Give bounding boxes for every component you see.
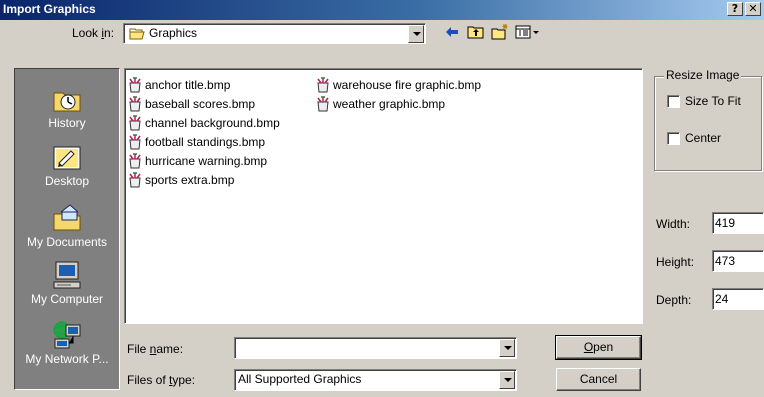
file-name-combo[interactable] [234,337,517,359]
files-of-type-combo[interactable]: All Supported Graphics [234,369,517,391]
desktop-icon [53,146,81,170]
up-folder-icon[interactable] [466,23,486,41]
look-in-value: Graphics [149,26,198,40]
look-in-label: Look in: [72,26,115,40]
center-label[interactable]: Center [685,131,721,145]
places-bar: History Desktop My Documents My Computer… [14,68,120,390]
paint-bmp-icon [129,115,141,131]
list-item[interactable]: hurricane warning.bmp [127,152,267,170]
look-in-combo[interactable]: Graphics [123,23,426,44]
depth-label: Depth: [656,293,692,307]
import-graphics-dialog: Import Graphics ? ✕ Look in: Graphics Hi… [0,0,764,397]
list-item[interactable]: weather graphic.bmp [315,95,445,113]
place-my-computer[interactable]: My Computer [15,259,119,306]
list-item[interactable]: warehouse fire graphic.bmp [315,76,481,94]
view-menu-icon[interactable] [514,23,540,41]
height-label: Height: [656,255,695,269]
list-item[interactable]: channel background.bmp [127,114,280,132]
place-my-network-places[interactable]: My Network P... [15,319,119,366]
width-value: 419 [715,216,736,230]
width-label: Width: [656,217,691,231]
list-item[interactable]: anchor title.bmp [127,76,230,94]
depth-value: 24 [715,292,729,306]
paint-bmp-icon [129,172,141,188]
cancel-button[interactable]: Cancel [556,368,641,391]
my-computer-icon [53,261,81,289]
list-item[interactable]: baseball scores.bmp [127,95,255,113]
folder-icon [129,28,145,40]
list-item[interactable]: football standings.bmp [127,133,265,151]
paint-bmp-icon [129,77,141,93]
size-to-fit-label[interactable]: Size To Fit [685,94,741,108]
center-checkbox[interactable] [667,132,680,145]
my-network-places-icon [53,321,81,349]
paint-bmp-icon [129,153,141,169]
resize-image-group [654,76,762,171]
paint-bmp-icon [317,96,329,112]
size-to-fit-checkbox[interactable] [667,95,680,108]
title-bar[interactable]: Import Graphics ? ✕ [0,0,764,20]
height-field: 473 [712,250,764,272]
my-documents-icon [53,204,81,231]
width-field: 419 [712,212,764,234]
depth-field: 24 [712,288,764,310]
height-value: 473 [715,254,736,268]
place-desktop[interactable]: Desktop [15,141,119,188]
paint-bmp-icon [317,77,329,93]
resize-image-title: Resize Image [664,68,742,82]
open-button[interactable]: Open [555,335,642,360]
place-history[interactable]: History [15,83,119,130]
paint-bmp-icon [129,96,141,112]
files-of-type-dropdown-button[interactable] [499,371,515,389]
file-name-dropdown-button[interactable] [499,339,515,357]
place-my-documents[interactable]: My Documents [15,202,119,249]
new-folder-icon[interactable] [490,23,510,41]
files-of-type-label: Files of type: [127,373,196,387]
paint-bmp-icon [129,134,141,150]
window-title: Import Graphics [3,2,96,16]
close-button[interactable]: ✕ [745,2,761,16]
files-of-type-value: All Supported Graphics [238,372,362,386]
file-list[interactable]: anchor title.bmp baseball scores.bmp cha… [124,68,643,324]
list-item[interactable]: sports extra.bmp [127,171,234,189]
file-name-label: File name: [127,342,184,356]
look-in-dropdown-button[interactable] [408,25,424,43]
help-button[interactable]: ? [727,2,743,16]
back-arrow-icon[interactable] [442,23,462,41]
history-icon [53,92,81,112]
